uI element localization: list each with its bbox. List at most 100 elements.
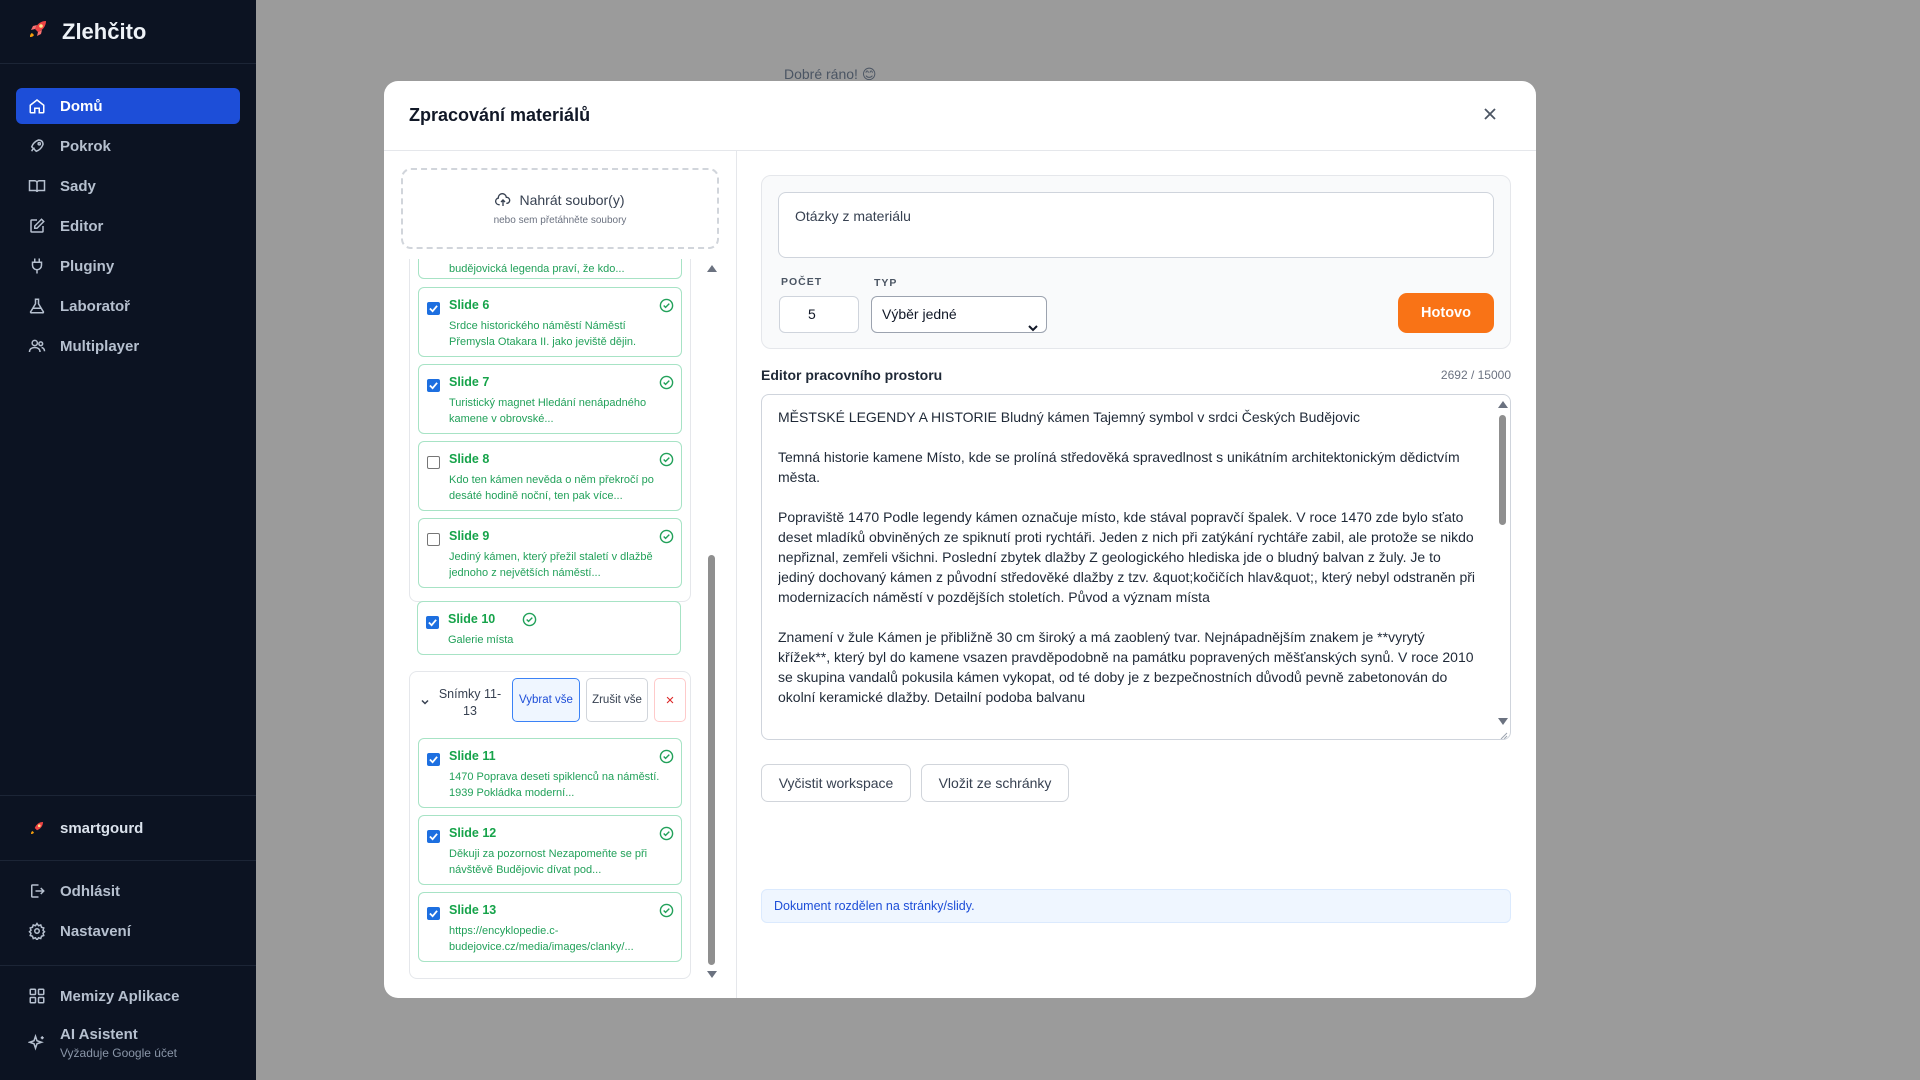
- slide-card[interactable]: Slide 9 Jediný kámen, který přežil stale…: [418, 518, 682, 588]
- scrollbar-thumb[interactable]: [1499, 415, 1506, 525]
- slide-title: Slide 9: [449, 529, 490, 543]
- question-count-input[interactable]: 5: [779, 296, 859, 333]
- close-button[interactable]: [1480, 106, 1500, 126]
- edit-icon: [28, 217, 46, 235]
- slide-card[interactable]: Slide 10 Galerie místa: [417, 601, 681, 655]
- modal-header: Zpracování materiálů: [384, 81, 1536, 151]
- sidebar-item-label: Editor: [60, 217, 104, 235]
- ai-assistant-link[interactable]: AI Asistent Vyžaduje Google účet: [16, 1018, 240, 1068]
- user-profile[interactable]: smartgourd: [0, 796, 256, 860]
- logout-button[interactable]: Odhlásit: [16, 873, 240, 909]
- slide-card[interactable]: budějovická legenda praví, že kdo...: [418, 259, 682, 279]
- sidebar-item-label: Multiplayer: [60, 337, 140, 355]
- app-links: Memizy Aplikace AI Asistent Vyžaduje Goo…: [0, 966, 256, 1080]
- slide-checkbox[interactable]: [427, 379, 440, 392]
- slide-group-header: Snímky 11-13 Vybrat vše Zrušit vše ×: [410, 672, 692, 728]
- brand[interactable]: Zlehčito: [0, 0, 256, 64]
- scroll-up-arrow-icon[interactable]: [707, 265, 717, 272]
- slide-title: Slide 12: [449, 826, 497, 840]
- logout-label: Odhlásit: [60, 882, 121, 900]
- scroll-down-arrow-icon[interactable]: [1498, 718, 1508, 725]
- editor-header: Editor pracovního prostoru 2692 / 15000: [761, 365, 1511, 385]
- sidebar: Zlehčito Domů Pokrok Sady Editor Pluginy…: [0, 0, 256, 1080]
- check-circle-icon: [659, 452, 674, 467]
- slide-checkbox[interactable]: [427, 456, 440, 469]
- slide-desc: Kdo ten kámen nevěda o něm překročí po d…: [449, 474, 654, 502]
- slide-checkbox[interactable]: [427, 753, 440, 766]
- slide-title: Slide 7: [449, 375, 490, 389]
- slide-group: budějovická legenda praví, že kdo... Sli…: [409, 259, 691, 602]
- memizy-apps-label: Memizy Aplikace: [60, 987, 180, 1005]
- rocket-avatar-icon: [28, 819, 46, 837]
- slide-desc: Srdce historického náměstí Náměstí Přemy…: [449, 320, 637, 348]
- home-icon: [28, 97, 46, 115]
- sidebar-item-multiplayer[interactable]: Multiplayer: [16, 328, 240, 364]
- upload-button[interactable]: Nahrát soubor(y): [495, 192, 625, 208]
- slide-card[interactable]: Slide 8 Kdo ten kámen nevěda o něm překr…: [418, 441, 682, 511]
- clear-all-button[interactable]: Zrušit vše: [586, 678, 648, 722]
- check-circle-icon: [659, 375, 674, 390]
- slide-card[interactable]: Slide 6 Srdce historického náměstí Náměs…: [418, 287, 682, 357]
- slide-checkbox[interactable]: [427, 907, 440, 920]
- slides-pane: Nahrát soubor(y) nebo sem přetáhněte sou…: [384, 151, 737, 998]
- check-circle-icon: [659, 529, 674, 544]
- settings-label: Nastavení: [60, 922, 131, 940]
- slides-scrollbar[interactable]: [706, 259, 717, 982]
- question-type-select[interactable]: Výběr jedné: [871, 296, 1047, 333]
- sidebar-item-progress[interactable]: Pokrok: [16, 128, 240, 164]
- scroll-up-arrow-icon[interactable]: [1498, 401, 1508, 408]
- type-label: TYP: [874, 277, 898, 289]
- workspace-paragraph: Temná historie kamene Místo, kde se prol…: [778, 449, 1460, 485]
- delete-group-button[interactable]: ×: [654, 678, 686, 722]
- scrollbar-thumb[interactable]: [708, 555, 715, 965]
- material-processing-modal: Zpracování materiálů Nahrát soubor(y) ne…: [384, 81, 1536, 998]
- editor-scrollbar[interactable]: [1497, 399, 1508, 725]
- workspace-paragraph: Znamení v žule Kámen je přibližně 30 cm …: [778, 629, 1474, 705]
- account-actions: Odhlásit Nastavení: [0, 861, 256, 965]
- gear-icon: [28, 922, 46, 940]
- sidebar-item-label: Pokrok: [60, 137, 111, 155]
- slide-desc: https://encyklopedie.c-budejovice.cz/med…: [449, 925, 634, 953]
- modal-title: Zpracování materiálů: [409, 105, 591, 125]
- sidebar-item-editor[interactable]: Editor: [16, 208, 240, 244]
- scroll-down-arrow-icon[interactable]: [707, 971, 717, 978]
- file-upload-dropzone[interactable]: Nahrát soubor(y) nebo sem přetáhněte sou…: [401, 168, 719, 249]
- rocket-icon: [28, 137, 46, 155]
- close-icon: [1483, 107, 1497, 126]
- select-all-button[interactable]: Vybrat vše: [512, 678, 580, 722]
- sidebar-item-home[interactable]: Domů: [16, 88, 240, 124]
- slide-title: Slide 11: [449, 749, 496, 763]
- question-type-value: Výběr jedné: [882, 306, 957, 322]
- workspace-textarea[interactable]: MĚSTSKÉ LEGENDY A HISTORIE Bludný kámen …: [761, 394, 1511, 740]
- check-circle-icon: [659, 749, 674, 764]
- slide-checkbox[interactable]: [427, 533, 440, 546]
- settings-button[interactable]: Nastavení: [16, 913, 240, 949]
- ai-assistant-title: AI Asistent: [60, 1026, 138, 1043]
- sidebar-item-plugins[interactable]: Pluginy: [16, 248, 240, 284]
- sidebar-item-sets[interactable]: Sady: [16, 168, 240, 204]
- slide-checkbox[interactable]: [427, 302, 440, 315]
- upload-hint: nebo sem přetáhněte soubory: [493, 214, 627, 226]
- slide-card[interactable]: Slide 7 Turistický magnet Hledání nenápa…: [418, 364, 682, 434]
- done-button[interactable]: Hotovo: [1398, 293, 1494, 333]
- slide-desc: Jediný kámen, který přežil staletí v dla…: [449, 551, 653, 579]
- sidebar-bottom: smartgourd Odhlásit Nastavení Memizy Apl…: [0, 795, 256, 1080]
- memizy-apps-link[interactable]: Memizy Aplikace: [16, 978, 240, 1014]
- sidebar-item-label: Laboratoř: [60, 297, 131, 315]
- resize-handle-icon[interactable]: [1498, 727, 1508, 739]
- sidebar-item-label: Pluginy: [60, 257, 115, 275]
- slide-checkbox[interactable]: [427, 830, 440, 843]
- slide-checkbox[interactable]: [426, 616, 439, 629]
- slide-card[interactable]: Slide 12 Děkuji za pozornost Nezapomeňte…: [418, 815, 682, 885]
- sidebar-item-lab[interactable]: Laboratoř: [16, 288, 240, 324]
- ai-assistant-subtitle: Vyžaduje Google účet: [60, 1046, 177, 1060]
- character-count: 2692 / 15000: [1440, 368, 1511, 382]
- clear-workspace-button[interactable]: Vyčistit workspace: [761, 764, 911, 802]
- slide-card[interactable]: Slide 13 https://encyklopedie.c-budejovi…: [418, 892, 682, 962]
- slide-card[interactable]: Slide 11 1470 Poprava deseti spiklenců n…: [418, 738, 682, 808]
- brand-name: Zlehčito: [62, 18, 147, 44]
- cloud-upload-icon: [495, 192, 511, 207]
- question-prompt-input[interactable]: Otázky z materiálu: [778, 192, 1494, 258]
- paste-clipboard-button[interactable]: Vložit ze schránky: [921, 764, 1069, 802]
- chevron-down-icon[interactable]: [420, 694, 430, 712]
